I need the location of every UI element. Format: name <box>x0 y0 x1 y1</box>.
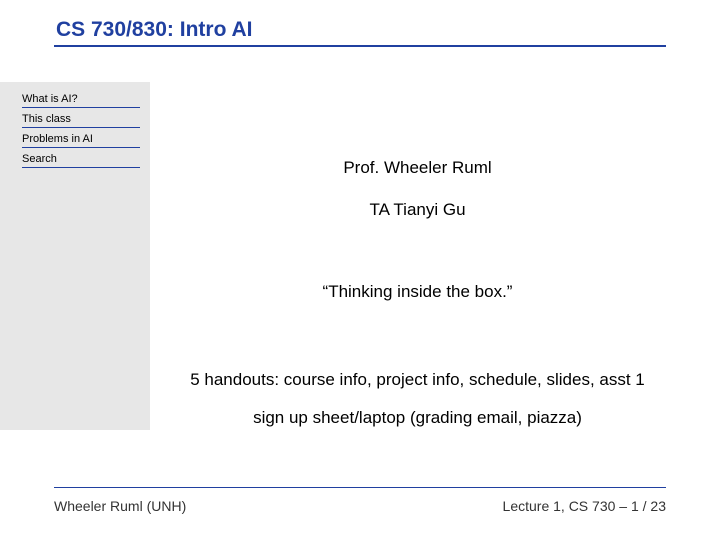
sidebar-item-what-is-ai[interactable]: What is AI? <box>22 90 140 108</box>
sidebar-item-problems-in-ai[interactable]: Problems in AI <box>22 130 140 148</box>
sidebar-item-this-class[interactable]: This class <box>22 110 140 128</box>
handouts-line: 5 handouts: course info, project info, s… <box>155 370 680 390</box>
slide-body: Prof. Wheeler Ruml TA Tianyi Gu “Thinkin… <box>155 150 680 428</box>
sidebar-item-label: This class <box>22 113 71 125</box>
outline-sidebar: What is AI? This class Problems in AI Se… <box>0 82 150 430</box>
slide-footer: Wheeler Ruml (UNH) Lecture 1, CS 730 – 1… <box>54 487 666 514</box>
quote-line: “Thinking inside the box.” <box>155 282 680 302</box>
sidebar-item-label: Problems in AI <box>22 133 93 145</box>
ta-line: TA Tianyi Gu <box>155 200 680 220</box>
professor-line: Prof. Wheeler Ruml <box>155 158 680 178</box>
slide-header: CS 730/830: Intro AI <box>54 18 666 47</box>
sidebar-item-label: Search <box>22 153 57 165</box>
slide-title: CS 730/830: Intro AI <box>54 18 666 47</box>
sidebar-item-label: What is AI? <box>22 93 78 105</box>
footer-author: Wheeler Ruml (UNH) <box>54 498 186 514</box>
sidebar-item-search[interactable]: Search <box>22 150 140 168</box>
footer-page: Lecture 1, CS 730 – 1 / 23 <box>503 498 666 514</box>
signup-line: sign up sheet/laptop (grading email, pia… <box>155 408 680 428</box>
